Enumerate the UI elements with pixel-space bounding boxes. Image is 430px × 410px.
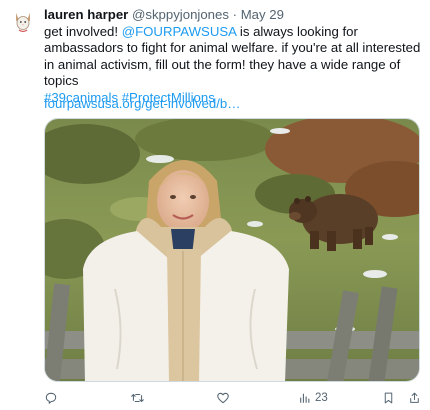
heart-icon: [217, 392, 229, 404]
reply-icon: [45, 392, 57, 404]
tweet-image[interactable]: [44, 118, 420, 382]
share-icon: [410, 392, 419, 403]
photo-woman-with-bear: [45, 119, 419, 381]
tweet-date[interactable]: May 29: [241, 7, 284, 22]
share-button[interactable]: [408, 388, 421, 408]
retweet-icon: [131, 393, 144, 403]
tweet-header: lauren harper @skppyjonjones · May 29: [44, 6, 420, 24]
author-name[interactable]: lauren harper: [44, 7, 128, 22]
views-button[interactable]: 23: [298, 388, 328, 408]
separator-dot: ·: [232, 7, 238, 22]
reply-button[interactable]: [44, 388, 58, 408]
bookmark-icon: [384, 392, 393, 404]
bookmark-button[interactable]: [382, 388, 395, 408]
author-avatar[interactable]: [10, 8, 36, 34]
views-count: 23: [315, 392, 328, 404]
tweet-actions: 23: [44, 388, 424, 408]
cat-avatar-icon: [10, 8, 36, 34]
tweet-url-link[interactable]: fourpawsusa.org/get-involved/b…: [44, 96, 240, 112]
retweet-button[interactable]: [130, 388, 145, 408]
like-button[interactable]: [216, 388, 230, 408]
author-handle[interactable]: @skppyjonjones: [132, 7, 229, 22]
mention-link[interactable]: @FOURPAWSUSA: [122, 24, 237, 39]
tweet-card[interactable]: lauren harper @skppyjonjones · May 29 ge…: [0, 0, 430, 410]
views-chart-icon: [300, 393, 310, 403]
tweet-text-part1: get involved!: [44, 24, 122, 39]
tweet-text: get involved! @FOURPAWSUSA is always loo…: [44, 24, 424, 106]
